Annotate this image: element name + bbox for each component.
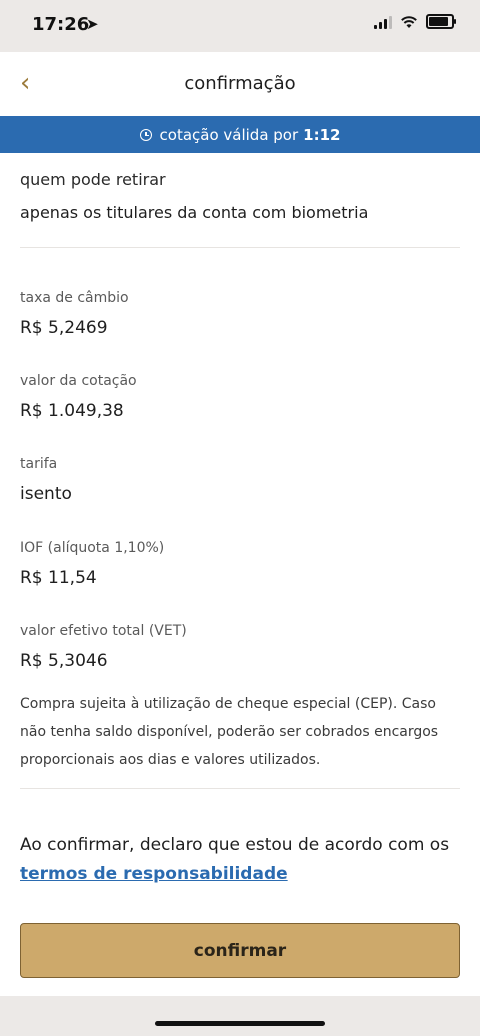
field-exchange-rate: taxa de câmbio R$ 5,2469 [20,290,460,338]
field-vet: valor efetivo total (VET) R$ 5,3046 [20,623,460,671]
divider [20,788,460,789]
nav-bar: ‹ confirmação [0,52,480,116]
status-bar: 17:26 ➤ [0,0,480,52]
status-icons [374,14,456,29]
status-time: 17:26 [32,14,90,35]
page-title: confirmação [184,73,296,94]
battery-icon [426,14,456,29]
wifi-icon [401,15,417,28]
confirm-button[interactable]: confirmar [20,923,460,978]
field-value: R$ 5,2469 [20,318,108,338]
signal-icon [374,15,392,29]
field-quote-value: valor da cotação R$ 1.049,38 [20,373,460,421]
agreement-text: Ao confirmar, declaro que estou de acord… [20,831,460,889]
location-arrow-icon: ➤ [86,15,99,33]
field-label: taxa de câmbio [20,290,129,306]
field-value: R$ 1.049,38 [20,401,124,421]
note-line: proporcionais aos dias e valores utiliza… [20,752,321,768]
field-value: isento [20,484,72,504]
withdraw-section: quem pode retirar apenas os titulares da… [20,170,460,222]
home-bar-area [0,996,480,1036]
terms-link[interactable]: termos de responsabilidade [20,864,288,884]
note-line: não tenha saldo disponível, poderão ser … [20,724,439,740]
field-label: IOF (alíquota 1,10%) [20,540,165,556]
field-iof: IOF (alíquota 1,10%) R$ 11,54 [20,540,460,588]
quote-validity-banner: cotação válida por 1:12 [0,116,480,153]
home-indicator [155,1021,325,1026]
divider [20,247,460,248]
agreement-sentence: Ao confirmar, declaro que estou de acord… [20,835,450,855]
field-label: valor da cotação [20,373,137,389]
banner-countdown: 1:12 [303,125,341,144]
field-value: R$ 11,54 [20,568,97,588]
overdraft-note: Compra sujeita à utilização de cheque es… [20,690,460,774]
withdraw-label: quem pode retirar [20,170,166,189]
field-label: tarifa [20,456,58,472]
withdraw-value: apenas os titulares da conta com biometr… [20,203,369,222]
note-line: Compra sujeita à utilização de cheque es… [20,696,436,712]
field-value: R$ 5,3046 [20,651,108,671]
clock-icon [139,128,152,141]
banner-text: cotação válida por [159,125,299,144]
field-fee: tarifa isento [20,456,460,504]
field-label: valor efetivo total (VET) [20,623,187,639]
